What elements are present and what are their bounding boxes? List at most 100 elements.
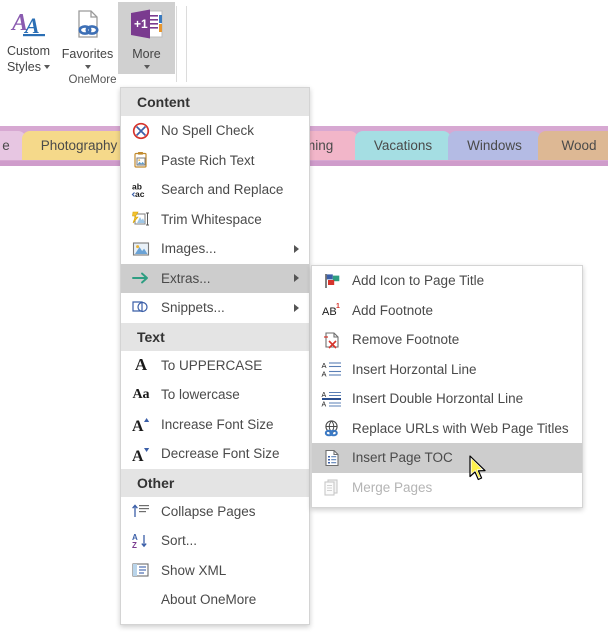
add-icon-to-page-title-icon	[318, 271, 346, 291]
tab-wood[interactable]: Wood	[538, 131, 608, 160]
menu-item-label: Snippets...	[161, 300, 225, 316]
insert-horizontal-line-icon: AA	[318, 359, 346, 379]
insert-double-horizontal-line-icon: AA	[318, 389, 346, 409]
menu-item-replace-urls-with-web-page-titles[interactable]: Replace URLs with Web Page Titles	[312, 414, 582, 444]
remove-footnote-icon	[318, 330, 346, 350]
svg-text:A: A	[322, 392, 327, 399]
submenu-arrow-icon	[294, 244, 299, 253]
more-dropdown-menu[interactable]: Content No Spell Check Paste Rich Text a…	[120, 87, 310, 625]
add-footnote-icon: AB 1	[318, 300, 346, 320]
menu-item-decrease-font-size[interactable]: A Decrease Font Size	[121, 439, 309, 469]
menu-item-images[interactable]: Images...	[121, 234, 309, 264]
menu-item-sort[interactable]: AZ Sort...	[121, 526, 309, 556]
menu-item-remove-footnote[interactable]: Remove Footnote	[312, 325, 582, 355]
ribbon-button-label: More	[132, 47, 161, 61]
menu-item-show-xml[interactable]: Show XML	[121, 556, 309, 586]
merge-pages-icon	[318, 477, 346, 497]
ribbon-button-label: Favorites	[61, 47, 114, 61]
menu-item-merge-pages: Merge Pages	[312, 473, 582, 503]
menu-item-no-spell-check[interactable]: No Spell Check	[121, 116, 309, 146]
ribbon-button-favorites[interactable]: Favorites	[59, 2, 116, 74]
svg-text:+1: +1	[134, 17, 148, 31]
paste-rich-text-icon	[127, 150, 155, 170]
submenu-arrow-icon	[294, 274, 299, 283]
menu-item-to-uppercase[interactable]: A To UPPERCASE	[121, 351, 309, 381]
ribbon-group-separator-2	[186, 6, 187, 82]
svg-text:A: A	[132, 448, 144, 463]
svg-text:Z: Z	[132, 541, 137, 550]
menu-item-snippets[interactable]: Snippets...	[121, 293, 309, 323]
extras-arrow-icon	[127, 268, 155, 288]
ribbon-button-label: Custom	[6, 44, 51, 58]
menu-item-to-lowercase[interactable]: Aa To lowercase	[121, 380, 309, 410]
menu-item-label: Images...	[161, 241, 217, 257]
menu-item-label: To lowercase	[161, 387, 240, 403]
increase-font-size-icon: A	[127, 414, 155, 434]
menu-section-header-other: Other	[121, 468, 309, 497]
insert-page-toc-icon	[318, 448, 346, 468]
tab-photography[interactable]: Photography	[22, 131, 136, 160]
trim-whitespace-icon	[127, 209, 155, 229]
menu-item-insert-horizontal-line[interactable]: AA Insert Horzontal Line	[312, 355, 582, 385]
ribbon: A A Custom Styles Favorites +1 More OneM…	[0, 0, 608, 88]
menu-item-collapse-pages[interactable]: Collapse Pages	[121, 497, 309, 527]
menu-item-about-onemore[interactable]: About OneMore	[121, 585, 309, 615]
decrease-font-size-icon: A	[127, 444, 155, 464]
menu-item-paste-rich-text[interactable]: Paste Rich Text	[121, 146, 309, 176]
svg-text:A: A	[132, 418, 144, 433]
menu-section-header-content: Content	[121, 88, 309, 116]
chevron-down-icon[interactable]	[84, 65, 91, 69]
menu-item-label: No Spell Check	[161, 123, 255, 139]
menu-item-label: Extras...	[161, 270, 211, 286]
menu-item-label: Merge Pages	[352, 479, 433, 495]
svg-text:ac: ac	[135, 189, 145, 199]
uppercase-icon: A	[134, 355, 148, 375]
lowercase-icon: Aa	[132, 386, 150, 402]
ribbon-button-more[interactable]: +1 More	[118, 2, 175, 74]
menu-item-search-and-replace[interactable]: ab ac Search and Replace	[121, 175, 309, 205]
ribbon-button-label2: Styles	[6, 60, 42, 74]
chevron-down-icon[interactable]	[143, 65, 150, 69]
menu-item-trim-whitespace[interactable]: Trim Whitespace	[121, 205, 309, 235]
menu-item-label: Collapse Pages	[161, 503, 256, 519]
svg-text:AB: AB	[322, 306, 337, 318]
extras-submenu[interactable]: Add Icon to Page Title AB 1 Add Footnote …	[311, 265, 583, 508]
sort-az-icon: AZ	[127, 531, 155, 551]
menu-item-label: Insert Page TOC	[352, 450, 453, 466]
ribbon-button-custom-styles[interactable]: A A Custom Styles	[0, 2, 57, 75]
menu-item-add-icon-to-page-title[interactable]: Add Icon to Page Title	[312, 266, 582, 296]
chevron-down-icon[interactable]	[44, 65, 51, 69]
menu-item-extras[interactable]: Extras...	[121, 263, 309, 293]
ribbon-group-onemore: A A Custom Styles Favorites +1 More OneM…	[0, 0, 185, 88]
menu-item-label: Decrease Font Size	[161, 446, 280, 462]
svg-text:1: 1	[336, 303, 340, 310]
tab-windows[interactable]: Windows	[448, 131, 541, 160]
menu-item-add-footnote[interactable]: AB 1 Add Footnote	[312, 296, 582, 326]
menu-item-label: Add Icon to Page Title	[352, 273, 485, 289]
menu-item-label: Trim Whitespace	[161, 211, 262, 227]
search-replace-icon: ab ac	[127, 180, 155, 200]
menu-item-label: Show XML	[161, 562, 227, 578]
menu-item-label: Remove Footnote	[352, 332, 460, 348]
menu-item-insert-double-horizontal-line[interactable]: AA Insert Double Horzontal Line	[312, 384, 582, 414]
snippets-icon	[127, 298, 155, 318]
menu-item-label: Insert Double Horzontal Line	[352, 391, 524, 407]
ribbon-group-label: OneMore	[68, 74, 117, 86]
more-onenote-icon: +1	[128, 5, 166, 45]
custom-styles-icon: A A	[10, 5, 48, 42]
menu-item-label: Increase Font Size	[161, 416, 274, 432]
svg-text:A: A	[322, 370, 327, 379]
menu-item-increase-font-size[interactable]: A Increase Font Size	[121, 410, 309, 440]
menu-item-label: Search and Replace	[161, 182, 284, 198]
menu-item-label: Insert Horzontal Line	[352, 361, 477, 377]
menu-item-label: Paste Rich Text	[161, 152, 255, 168]
menu-item-label: About OneMore	[161, 592, 257, 608]
menu-item-insert-page-toc[interactable]: Insert Page TOC	[312, 443, 582, 473]
favorites-icon	[71, 5, 105, 45]
menu-item-label: Add Footnote	[352, 302, 434, 318]
ribbon-group-separator	[176, 6, 177, 82]
show-xml-icon	[127, 560, 155, 580]
replace-urls-icon	[318, 418, 346, 438]
tab-vacations[interactable]: Vacations	[355, 131, 451, 160]
menu-item-label: Replace URLs with Web Page Titles	[352, 420, 569, 436]
